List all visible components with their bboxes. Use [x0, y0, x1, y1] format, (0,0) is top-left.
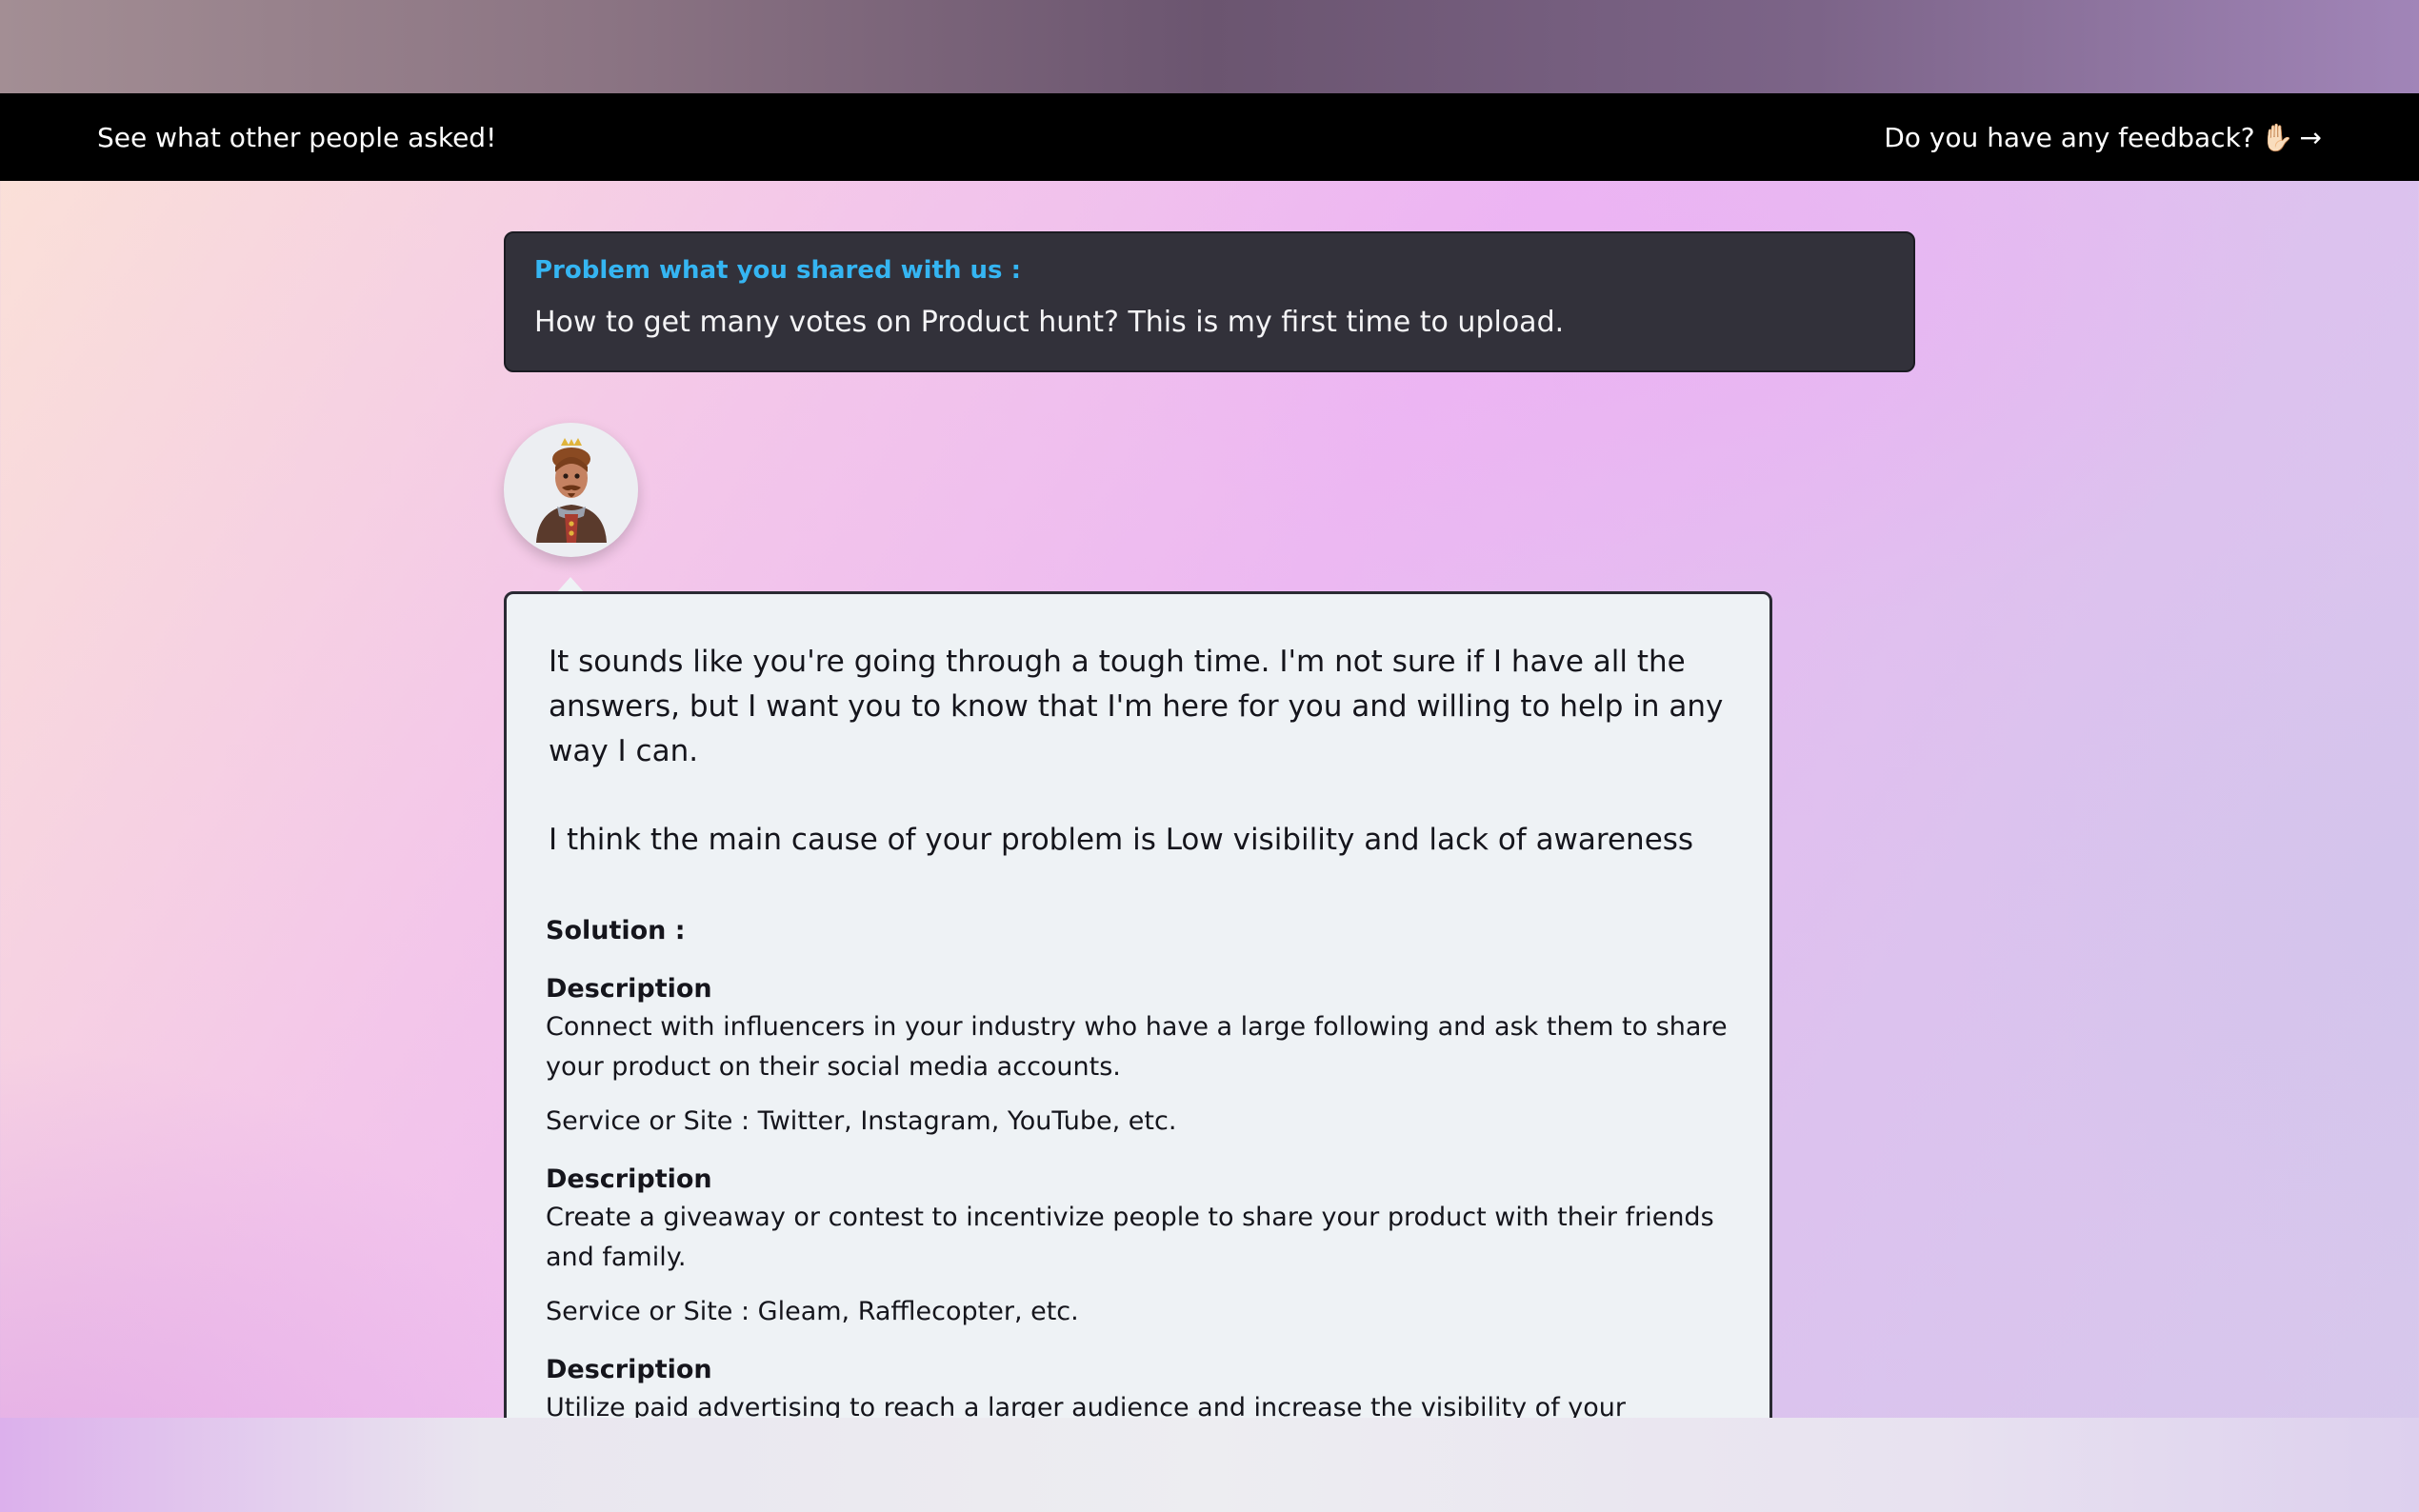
description-heading: Description: [546, 974, 712, 1004]
avatar: [504, 423, 638, 557]
answer-card: It sounds like you're going through a to…: [504, 591, 1772, 1512]
feedback-link[interactable]: Do you have any feedback? ✋🏻 →: [1884, 122, 2322, 153]
see-other-questions-link[interactable]: See what other people asked!: [97, 122, 496, 153]
description-heading: Description: [546, 1355, 712, 1384]
arrow-right-icon: →: [2299, 121, 2322, 153]
problem-label: Problem what you shared with us :: [534, 256, 1021, 285]
empathy-message: It sounds like you're going through a to…: [549, 645, 1724, 768]
service-or-site: Service or Site : Gleam, Rafflecopter, e…: [546, 1297, 1079, 1326]
solution-item: Description Create a giveaway or contest…: [546, 1164, 1728, 1326]
cause-message: I think the main cause of your problem i…: [549, 823, 1694, 857]
see-other-questions-label: See what other people asked!: [97, 121, 497, 153]
solution-title: Solution :: [546, 916, 686, 945]
description-text: Create a giveaway or contest to incentiv…: [546, 1203, 1714, 1272]
king-avatar-icon: [535, 437, 607, 543]
description-text: Connect with influencers in your industr…: [546, 1012, 1728, 1082]
problem-text: How to get many votes on Product hunt? T…: [534, 306, 1565, 339]
description-heading: Description: [546, 1164, 712, 1194]
problem-card: Problem what you shared with us : How to…: [504, 231, 1915, 372]
raised-hand-icon: ✋🏻: [2260, 121, 2294, 153]
solution-item: Description Connect with influencers in …: [546, 974, 1728, 1136]
bottom-fade: [0, 1418, 2419, 1512]
top-navbar: See what other people asked! Do you have…: [0, 93, 2419, 181]
feedback-label: Do you have any feedback?: [1884, 121, 2255, 153]
top-strip: [0, 0, 2419, 93]
service-or-site: Service or Site : Twitter, Instagram, Yo…: [546, 1106, 1177, 1136]
